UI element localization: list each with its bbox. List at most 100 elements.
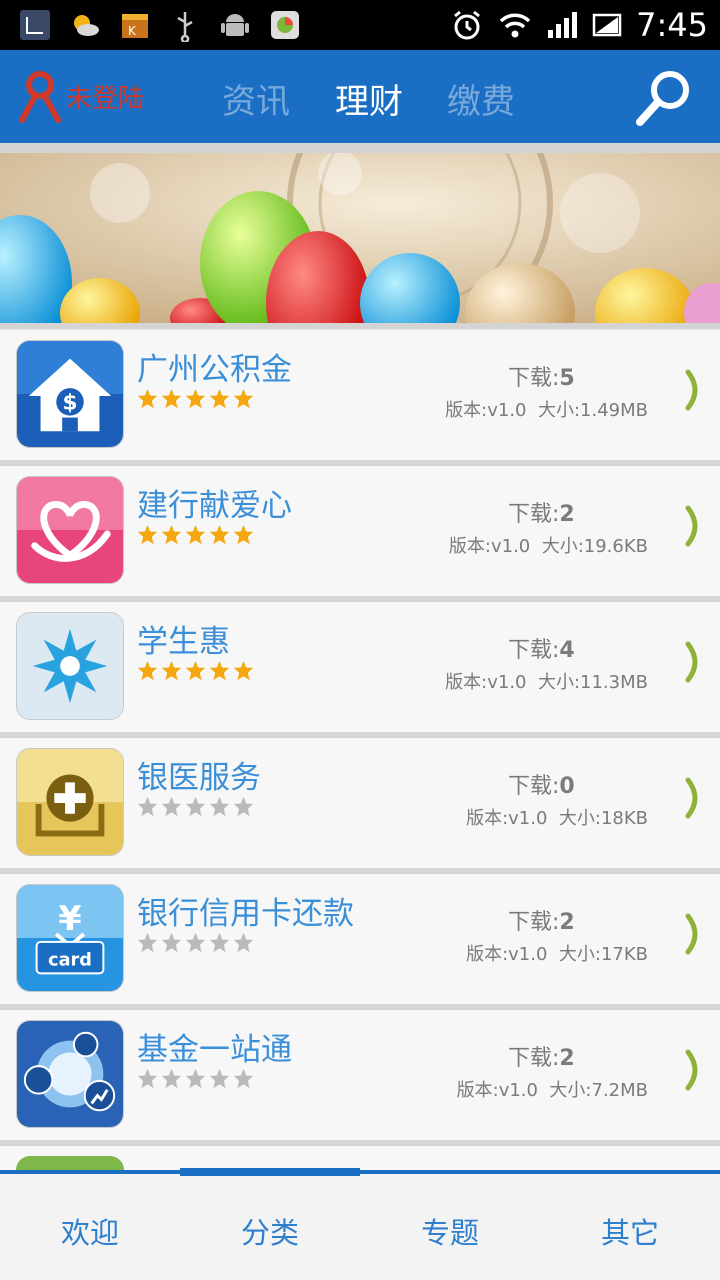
store-icon: K: [122, 14, 148, 38]
tab-finance[interactable]: 理财: [335, 74, 403, 123]
star-filled-icon: [185, 388, 206, 409]
chevron-right-icon[interactable]: [684, 912, 704, 956]
bottom-nav: 欢迎 分类 专题 其它: [0, 1168, 720, 1280]
star-filled-icon: [209, 524, 230, 545]
list-item[interactable]: $ 广州公积金 下载:5 版本:v1.0 大小:1.49MB: [0, 330, 720, 466]
app-name: 建行献爱心: [137, 488, 292, 524]
rating-stars: [137, 796, 254, 817]
svg-text:K: K: [128, 24, 137, 38]
download-count: 下载:5: [508, 366, 575, 391]
star-empty-icon: [161, 932, 182, 953]
wifi-icon: [499, 13, 531, 38]
app-list: $ 广州公积金 下载:5 版本:v1.0 大小:1.49MB 建行献爱心 下载:…: [0, 330, 720, 1176]
list-item[interactable]: 建行献爱心 下载:2 版本:v1.0 大小:19.6KB: [0, 466, 720, 602]
app-name: 银医服务: [137, 760, 261, 796]
svg-text:$: $: [62, 391, 77, 416]
download-count: 下载:2: [508, 1046, 575, 1071]
yuan-card-icon: ¥ card: [16, 884, 124, 992]
star-empty-icon: [185, 796, 206, 817]
chevron-right-icon[interactable]: [684, 640, 704, 684]
download-count: 下载:2: [508, 910, 575, 935]
star-empty-icon: [185, 1068, 206, 1089]
star-empty-icon: [209, 1068, 230, 1089]
star-filled-icon: [233, 524, 254, 545]
version-size: 版本:v1.0 大小:19.6KB: [448, 536, 648, 557]
fund-chart-icon: [16, 1020, 124, 1128]
chevron-right-icon[interactable]: [684, 504, 704, 548]
rating-stars: [137, 660, 254, 681]
star-filled-icon: [185, 524, 206, 545]
list-item[interactable]: 银医服务 下载:0 版本:v1.0 大小:18KB: [0, 738, 720, 874]
nav-other[interactable]: 其它: [540, 1210, 720, 1252]
star-filled-icon: [209, 388, 230, 409]
version-size: 版本:v1.0 大小:18KB: [466, 808, 648, 829]
android-icon: [221, 14, 249, 36]
version-size: 版本:v1.0 大小:11.3MB: [445, 672, 648, 693]
svg-text:¥: ¥: [58, 899, 81, 938]
rating-stars: [137, 524, 254, 545]
list-item[interactable]: 基金一站通 下载:2 版本:v1.0 大小:7.2MB: [0, 1010, 720, 1146]
signal-icon: [548, 12, 578, 38]
list-item[interactable]: 学生惠 下载:4 版本:v1.0 大小:11.3MB: [0, 602, 720, 738]
usb-icon: [177, 12, 193, 42]
star-empty-icon: [233, 796, 254, 817]
star-empty-icon: [185, 932, 206, 953]
login-button[interactable]: 未登陆: [18, 68, 144, 124]
app-name: 银行信用卡还款: [137, 896, 354, 932]
user-icon: [19, 71, 61, 123]
notification-icons: K: [18, 8, 302, 42]
star-filled-icon: [161, 524, 182, 545]
download-count: 下载:4: [508, 638, 575, 663]
tab-payment[interactable]: 缴费: [447, 74, 515, 123]
house-dollar-icon: $: [16, 340, 124, 448]
app-name: 广州公积金: [137, 352, 292, 388]
easter-eggs-banner[interactable]: [0, 153, 720, 323]
nav-category[interactable]: 分类: [180, 1210, 360, 1252]
star-empty-icon: [209, 932, 230, 953]
active-tab-indicator: [180, 1168, 360, 1176]
weather-icon: [74, 15, 99, 36]
list-item[interactable]: ¥ card 银行信用卡还款 下载:2 版本:v1.0 大小:17KB: [0, 874, 720, 1010]
tab-news[interactable]: 资讯: [222, 74, 290, 123]
rating-stars: [137, 1068, 254, 1089]
screenshot-icon: [20, 10, 50, 40]
battery-icon: [592, 13, 622, 37]
version-size: 版本:v1.0 大小:1.49MB: [445, 400, 648, 421]
snowflake-icon: [16, 612, 124, 720]
star-filled-icon: [161, 388, 182, 409]
download-count: 下载:0: [508, 774, 575, 799]
version-size: 版本:v1.0 大小:17KB: [466, 944, 648, 965]
star-filled-icon: [137, 388, 158, 409]
star-empty-icon: [209, 796, 230, 817]
chevron-right-icon[interactable]: [684, 776, 704, 820]
star-empty-icon: [233, 1068, 254, 1089]
chevron-right-icon[interactable]: [684, 368, 704, 412]
app-header: 未登陆 资讯 理财 缴费: [0, 50, 720, 143]
app-name: 学生惠: [137, 624, 230, 660]
nav-topics[interactable]: 专题: [360, 1210, 540, 1252]
alarm-icon: [454, 10, 481, 40]
star-filled-icon: [233, 660, 254, 681]
search-icon[interactable]: [632, 66, 696, 130]
star-empty-icon: [137, 932, 158, 953]
login-label: 未登陆: [66, 83, 145, 114]
star-filled-icon: [137, 660, 158, 681]
status-bar: K 7:45: [0, 0, 720, 50]
star-filled-icon: [137, 524, 158, 545]
star-filled-icon: [161, 660, 182, 681]
star-filled-icon: [233, 388, 254, 409]
rating-stars: [137, 388, 254, 409]
chevron-right-icon[interactable]: [684, 1048, 704, 1092]
rating-stars: [137, 932, 254, 953]
star-filled-icon: [209, 660, 230, 681]
version-size: 版本:v1.0 大小:7.2MB: [456, 1080, 648, 1101]
svg-text:card: card: [48, 950, 92, 970]
app-icon: [271, 11, 299, 39]
star-filled-icon: [185, 660, 206, 681]
star-empty-icon: [233, 932, 254, 953]
nav-welcome[interactable]: 欢迎: [0, 1210, 180, 1252]
clock: 7:45: [636, 6, 708, 44]
star-empty-icon: [137, 796, 158, 817]
star-empty-icon: [161, 796, 182, 817]
star-empty-icon: [137, 1068, 158, 1089]
